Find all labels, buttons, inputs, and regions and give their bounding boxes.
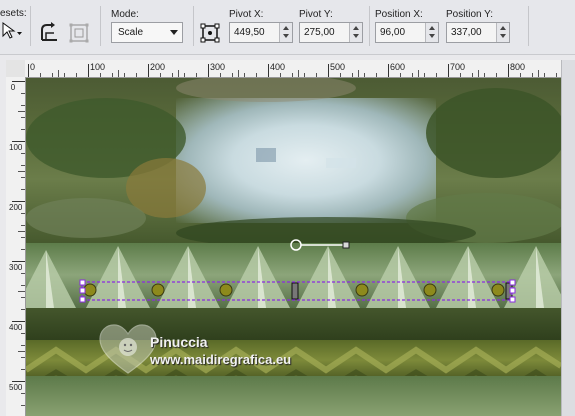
presets-label: esets: (0, 8, 27, 19)
transform-handle (509, 279, 516, 286)
position-x-label: Position X: (375, 9, 423, 20)
chevron-down-icon (170, 30, 178, 35)
transform-handle (79, 279, 86, 286)
presets-pointer-icon[interactable] (1, 21, 23, 43)
bead-ornament (219, 283, 233, 297)
vertical-scrollbar[interactable] (561, 60, 575, 416)
ruler-label: 100 (90, 62, 106, 72)
position-x-stepper[interactable] (425, 23, 438, 42)
separator (193, 6, 194, 46)
transform-handle (79, 287, 86, 294)
tool-options-bar: esets: Mode: Scale Pivot X: 449,50 Pivot… (0, 0, 575, 55)
transform-handle (509, 287, 516, 294)
pivot-x-value: 449,50 (234, 27, 265, 38)
vertical-ruler-ticks (12, 81, 25, 406)
pivot-y-input[interactable]: 275,00 (299, 22, 363, 43)
deform-mesh-icon[interactable] (68, 22, 90, 44)
bead-ornament (83, 283, 97, 297)
bead-ornament (355, 283, 369, 297)
watermark-name: Pinuccia (150, 334, 208, 350)
separator (30, 6, 31, 46)
position-x-value: 96,00 (380, 27, 406, 38)
position-y-value: 337,00 (451, 27, 482, 38)
separator (100, 6, 101, 46)
ruler-label: 0 (10, 83, 16, 92)
pivot-x-label: Pivot X: (229, 9, 264, 20)
position-y-label: Position Y: (446, 9, 494, 20)
ruler-label: 400 (9, 323, 23, 332)
ruler-label: 200 (9, 203, 23, 212)
canvas-image[interactable]: Pinuccia www.maidiregrafica.eu (26, 78, 561, 416)
pivot-point-handle (290, 239, 302, 251)
ruler-label: 500 (9, 383, 23, 392)
ruler-label: 0 (30, 62, 36, 72)
position-x-input[interactable]: 96,00 (375, 22, 439, 43)
ruler-label: 700 (450, 62, 466, 72)
position-y-input[interactable]: 337,00 (446, 22, 510, 43)
pivot-y-label: Pivot Y: (299, 9, 333, 20)
horizontal-ruler: 0 100 200 300 400 500 600 700 800 (6, 60, 561, 78)
pivot-point-icon[interactable] (199, 22, 221, 44)
position-y-stepper[interactable] (496, 23, 509, 42)
bead-ornament (423, 283, 437, 297)
mode-label: Mode: (111, 9, 139, 20)
separator (528, 6, 529, 46)
ruler-label: 100 (9, 143, 23, 152)
ruler-label: 300 (9, 263, 23, 272)
watermark-url: www.maidiregrafica.eu (150, 352, 292, 367)
transform-handle (79, 296, 86, 303)
pivot-y-stepper[interactable] (349, 23, 362, 42)
ruler-label: 400 (270, 62, 286, 72)
pivot-y-value: 275,00 (304, 27, 335, 38)
vertical-ruler: 0 100 200 300 400 500 (6, 77, 26, 416)
mode-value: Scale (118, 27, 144, 38)
ruler-label: 800 (510, 62, 526, 72)
pivot-x-stepper[interactable] (279, 23, 292, 42)
rotation-handle (342, 241, 350, 249)
separator (369, 6, 370, 46)
ruler-corner (6, 60, 25, 77)
ruler-label: 300 (210, 62, 226, 72)
reset-rectangle-icon[interactable] (38, 22, 60, 44)
bead-ornament (491, 283, 505, 297)
canvas-window: 0 100 200 300 400 500 600 700 800 0 100 … (6, 60, 561, 416)
ruler-label: 600 (390, 62, 406, 72)
bead-ornament (151, 283, 165, 297)
mode-dropdown[interactable]: Scale (111, 22, 183, 43)
pivot-x-input[interactable]: 449,50 (229, 22, 293, 43)
heart-logo-watermark (99, 324, 157, 374)
ruler-label: 500 (330, 62, 346, 72)
transform-handle (509, 296, 516, 303)
ruler-label: 200 (150, 62, 166, 72)
